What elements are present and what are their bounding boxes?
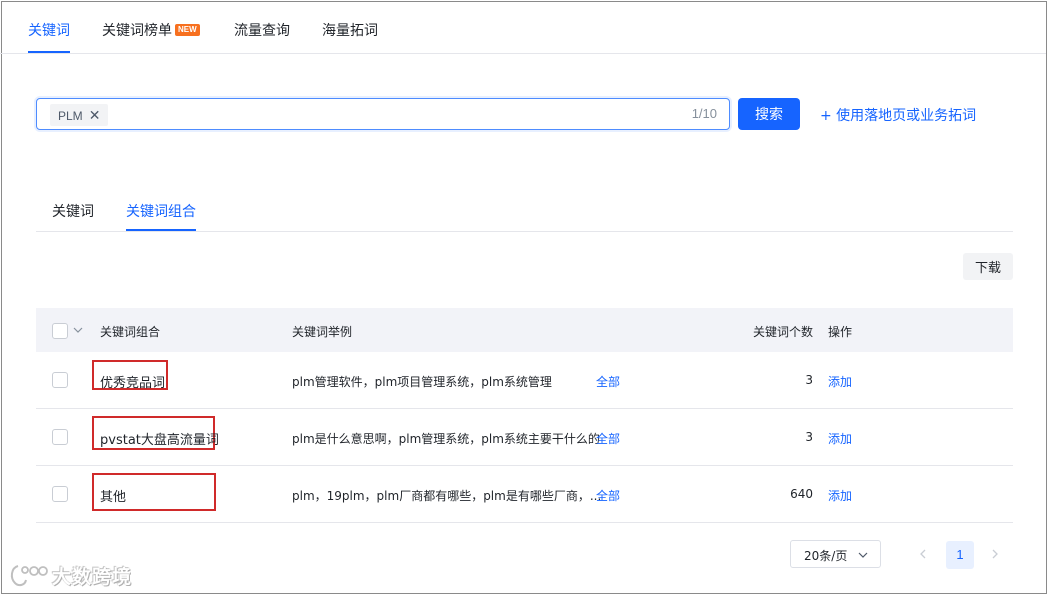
header-keyword-group: 关键词组合 bbox=[100, 325, 161, 339]
keyword-examples: plm管理软件，plm项目管理系统，plm系统管理 bbox=[292, 375, 552, 389]
subtab-keyword-groups[interactable]: 关键词组合 bbox=[126, 201, 196, 221]
keyword-examples: plm，19plm，plm厂商都有哪些，plm是有哪些厂商，... bbox=[292, 489, 602, 503]
top-tab-bar: 关键词 关键词榜单 NEW 流量查询 海量拓词 bbox=[0, 0, 1046, 54]
keyword-tag: PLM ✕ bbox=[50, 104, 109, 126]
keyword-group-name: 优秀竞品词 bbox=[100, 376, 166, 391]
row-checkbox[interactable] bbox=[52, 429, 68, 445]
search-button[interactable]: 搜索 bbox=[738, 98, 800, 130]
header-keyword-examples: 关键词举例 bbox=[292, 325, 353, 339]
keyword-examples: plm是什么意思啊，plm管理系统，plm系统主要干什么的 bbox=[292, 432, 600, 446]
subtab-keywords[interactable]: 关键词 bbox=[52, 201, 94, 221]
keyword-group-name: pvstat大盘高流量词 bbox=[100, 433, 219, 448]
table-row: 优秀竞品词 plm管理软件，plm项目管理系统，plm系统管理 全部 3 添加 bbox=[36, 352, 1013, 409]
active-tab-indicator bbox=[28, 51, 70, 53]
add-link[interactable]: 添加 bbox=[828, 487, 852, 504]
tab-mass-expansion[interactable]: 海量拓词 bbox=[322, 20, 378, 40]
select-all-checkbox[interactable] bbox=[52, 323, 68, 339]
landing-page-expand-link[interactable]: + 使用落地页或业务拓词 bbox=[820, 105, 976, 125]
header-keyword-count: 关键词个数 bbox=[752, 325, 813, 339]
view-all-link[interactable]: 全部 bbox=[596, 487, 620, 504]
view-all-link[interactable]: 全部 bbox=[596, 373, 620, 390]
chevron-down-icon[interactable] bbox=[73, 323, 83, 337]
add-link[interactable]: 添加 bbox=[828, 430, 852, 447]
prev-page-icon[interactable] bbox=[918, 547, 928, 561]
row-checkbox[interactable] bbox=[52, 372, 68, 388]
keyword-group-name: 其他 bbox=[100, 490, 127, 505]
new-badge: NEW bbox=[175, 24, 200, 36]
header-actions: 操作 bbox=[828, 325, 853, 339]
active-subtab-indicator bbox=[126, 229, 196, 231]
tab-traffic-query[interactable]: 流量查询 bbox=[234, 20, 290, 40]
tag-close-icon[interactable]: ✕ bbox=[89, 107, 101, 123]
view-all-link[interactable]: 全部 bbox=[596, 430, 620, 447]
row-checkbox[interactable] bbox=[52, 486, 68, 502]
keyword-search-input[interactable]: PLM ✕ 1/10 bbox=[36, 98, 730, 130]
page-number-current[interactable]: 1 bbox=[946, 541, 974, 569]
sub-tab-bar: 关键词 关键词组合 bbox=[36, 190, 1013, 232]
table-row: 其他 plm，19plm，plm厂商都有哪些，plm是有哪些厂商，... 全部 … bbox=[36, 466, 1013, 523]
download-button[interactable]: 下载 bbox=[963, 253, 1013, 280]
keyword-count: 3 bbox=[805, 373, 813, 387]
keyword-group-table: 关键词组合 关键词举例 关键词个数 操作 优秀竞品词 plm管理软件，plm项目… bbox=[36, 308, 1013, 523]
page-size-select[interactable]: 20条/页 bbox=[790, 540, 881, 568]
tab-keyword-ranking[interactable]: 关键词榜单 NEW bbox=[102, 20, 200, 40]
table-row: pvstat大盘高流量词 plm是什么意思啊，plm管理系统，plm系统主要干什… bbox=[36, 409, 1013, 466]
keyword-count: 640 bbox=[790, 487, 813, 501]
keyword-count: 3 bbox=[805, 430, 813, 444]
watermark-logo-icon bbox=[10, 565, 48, 587]
add-link[interactable]: 添加 bbox=[828, 373, 852, 390]
table-header: 关键词组合 关键词举例 关键词个数 操作 bbox=[36, 308, 1013, 352]
next-page-icon[interactable] bbox=[990, 547, 1000, 561]
tab-keywords[interactable]: 关键词 bbox=[28, 20, 70, 40]
watermark: 大数跨境 bbox=[8, 562, 132, 588]
tag-counter: 1/10 bbox=[691, 106, 717, 121]
chevron-down-icon bbox=[858, 552, 868, 558]
